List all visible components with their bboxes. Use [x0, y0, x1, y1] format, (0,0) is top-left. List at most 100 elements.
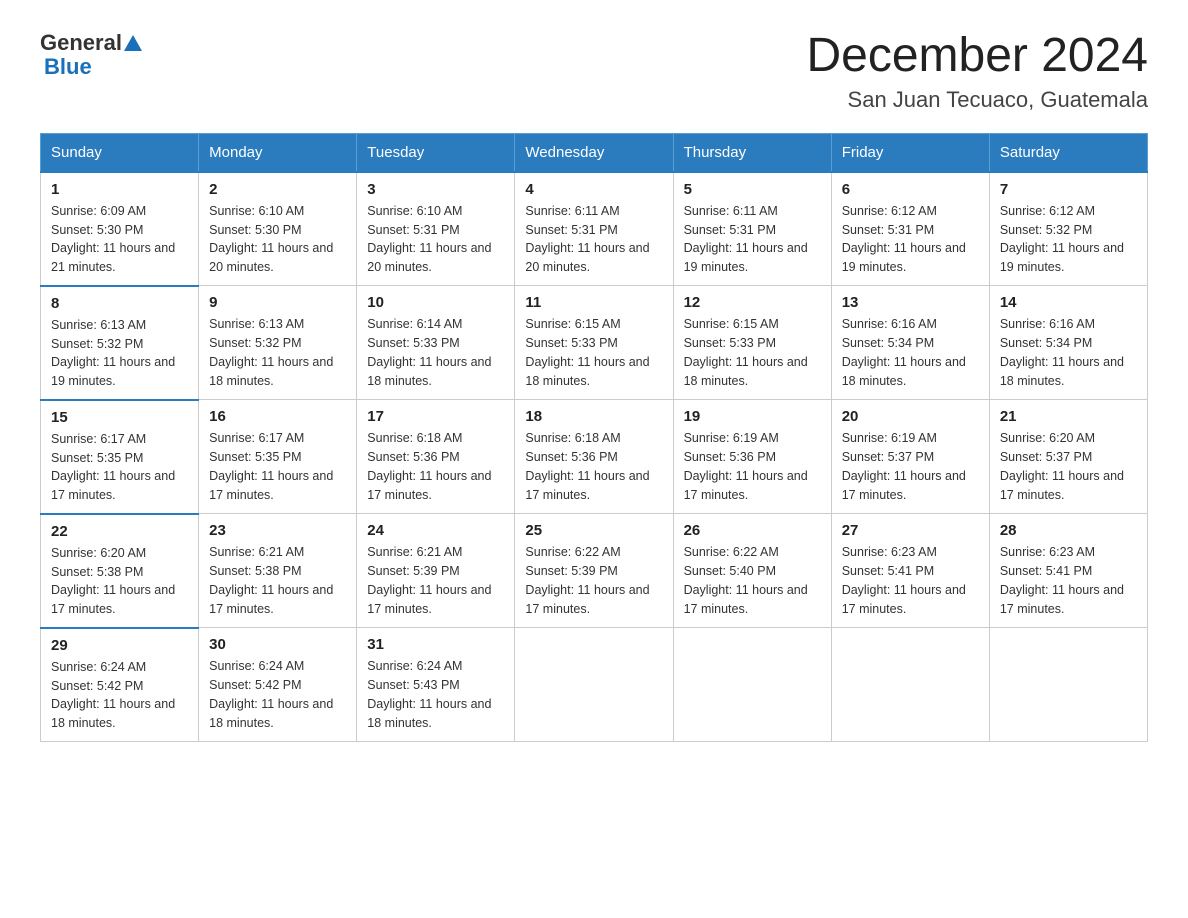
day-number: 15 [51, 409, 188, 426]
day-number: 7 [1000, 181, 1137, 198]
day-number: 26 [684, 522, 821, 539]
day-number: 16 [209, 408, 346, 425]
day-info: Sunrise: 6:17 AMSunset: 5:35 PMDaylight:… [209, 431, 333, 501]
day-number: 12 [684, 294, 821, 311]
calendar-week-row: 22 Sunrise: 6:20 AMSunset: 5:38 PMDaylig… [41, 514, 1148, 628]
calendar-day-cell: 23 Sunrise: 6:21 AMSunset: 5:38 PMDaylig… [199, 514, 357, 628]
day-info: Sunrise: 6:18 AMSunset: 5:36 PMDaylight:… [367, 431, 491, 501]
day-of-week-header-tuesday: Tuesday [357, 133, 515, 172]
day-info: Sunrise: 6:11 AMSunset: 5:31 PMDaylight:… [684, 204, 808, 274]
calendar-day-cell: 11 Sunrise: 6:15 AMSunset: 5:33 PMDaylig… [515, 286, 673, 400]
calendar-header-row: SundayMondayTuesdayWednesdayThursdayFrid… [41, 133, 1148, 172]
day-info: Sunrise: 6:12 AMSunset: 5:31 PMDaylight:… [842, 204, 966, 274]
calendar-day-cell: 17 Sunrise: 6:18 AMSunset: 5:36 PMDaylig… [357, 400, 515, 514]
calendar-week-row: 8 Sunrise: 6:13 AMSunset: 5:32 PMDayligh… [41, 286, 1148, 400]
day-info: Sunrise: 6:16 AMSunset: 5:34 PMDaylight:… [1000, 317, 1124, 387]
calendar-day-cell: 27 Sunrise: 6:23 AMSunset: 5:41 PMDaylig… [831, 514, 989, 628]
calendar-day-cell: 15 Sunrise: 6:17 AMSunset: 5:35 PMDaylig… [41, 400, 199, 514]
calendar-day-cell: 5 Sunrise: 6:11 AMSunset: 5:31 PMDayligh… [673, 172, 831, 286]
day-of-week-header-sunday: Sunday [41, 133, 199, 172]
day-info: Sunrise: 6:23 AMSunset: 5:41 PMDaylight:… [842, 545, 966, 615]
location-title: San Juan Tecuaco, Guatemala [806, 87, 1148, 113]
day-number: 30 [209, 636, 346, 653]
calendar-day-cell: 2 Sunrise: 6:10 AMSunset: 5:30 PMDayligh… [199, 172, 357, 286]
day-info: Sunrise: 6:15 AMSunset: 5:33 PMDaylight:… [525, 317, 649, 387]
calendar-day-cell: 30 Sunrise: 6:24 AMSunset: 5:42 PMDaylig… [199, 628, 357, 742]
calendar-day-cell: 9 Sunrise: 6:13 AMSunset: 5:32 PMDayligh… [199, 286, 357, 400]
day-info: Sunrise: 6:16 AMSunset: 5:34 PMDaylight:… [842, 317, 966, 387]
calendar-day-cell [989, 628, 1147, 742]
calendar-day-cell: 20 Sunrise: 6:19 AMSunset: 5:37 PMDaylig… [831, 400, 989, 514]
day-number: 21 [1000, 408, 1137, 425]
logo-blue-text: Blue [44, 56, 92, 78]
day-number: 29 [51, 637, 188, 654]
logo: General Blue [40, 30, 142, 78]
calendar-week-row: 29 Sunrise: 6:24 AMSunset: 5:42 PMDaylig… [41, 628, 1148, 742]
day-number: 1 [51, 181, 188, 198]
calendar-day-cell: 26 Sunrise: 6:22 AMSunset: 5:40 PMDaylig… [673, 514, 831, 628]
calendar-day-cell: 13 Sunrise: 6:16 AMSunset: 5:34 PMDaylig… [831, 286, 989, 400]
day-number: 11 [525, 294, 662, 311]
day-number: 18 [525, 408, 662, 425]
day-number: 22 [51, 523, 188, 540]
day-number: 31 [367, 636, 504, 653]
day-info: Sunrise: 6:24 AMSunset: 5:43 PMDaylight:… [367, 659, 491, 729]
day-info: Sunrise: 6:19 AMSunset: 5:37 PMDaylight:… [842, 431, 966, 501]
day-info: Sunrise: 6:22 AMSunset: 5:40 PMDaylight:… [684, 545, 808, 615]
day-info: Sunrise: 6:23 AMSunset: 5:41 PMDaylight:… [1000, 545, 1124, 615]
calendar-day-cell [515, 628, 673, 742]
calendar-day-cell: 1 Sunrise: 6:09 AMSunset: 5:30 PMDayligh… [41, 172, 199, 286]
day-number: 25 [525, 522, 662, 539]
calendar-day-cell: 29 Sunrise: 6:24 AMSunset: 5:42 PMDaylig… [41, 628, 199, 742]
day-number: 17 [367, 408, 504, 425]
calendar-table: SundayMondayTuesdayWednesdayThursdayFrid… [40, 133, 1148, 742]
day-of-week-header-friday: Friday [831, 133, 989, 172]
calendar-day-cell: 16 Sunrise: 6:17 AMSunset: 5:35 PMDaylig… [199, 400, 357, 514]
calendar-day-cell: 19 Sunrise: 6:19 AMSunset: 5:36 PMDaylig… [673, 400, 831, 514]
month-title: December 2024 [806, 30, 1148, 83]
day-number: 19 [684, 408, 821, 425]
calendar-day-cell [673, 628, 831, 742]
day-of-week-header-monday: Monday [199, 133, 357, 172]
day-number: 8 [51, 295, 188, 312]
calendar-day-cell: 3 Sunrise: 6:10 AMSunset: 5:31 PMDayligh… [357, 172, 515, 286]
calendar-day-cell: 7 Sunrise: 6:12 AMSunset: 5:32 PMDayligh… [989, 172, 1147, 286]
day-info: Sunrise: 6:10 AMSunset: 5:31 PMDaylight:… [367, 204, 491, 274]
calendar-day-cell: 24 Sunrise: 6:21 AMSunset: 5:39 PMDaylig… [357, 514, 515, 628]
day-info: Sunrise: 6:12 AMSunset: 5:32 PMDaylight:… [1000, 204, 1124, 274]
day-info: Sunrise: 6:11 AMSunset: 5:31 PMDaylight:… [525, 204, 649, 274]
calendar-day-cell: 22 Sunrise: 6:20 AMSunset: 5:38 PMDaylig… [41, 514, 199, 628]
day-of-week-header-thursday: Thursday [673, 133, 831, 172]
day-info: Sunrise: 6:19 AMSunset: 5:36 PMDaylight:… [684, 431, 808, 501]
day-number: 2 [209, 181, 346, 198]
day-number: 5 [684, 181, 821, 198]
day-number: 6 [842, 181, 979, 198]
day-number: 3 [367, 181, 504, 198]
day-info: Sunrise: 6:22 AMSunset: 5:39 PMDaylight:… [525, 545, 649, 615]
calendar-day-cell: 8 Sunrise: 6:13 AMSunset: 5:32 PMDayligh… [41, 286, 199, 400]
day-info: Sunrise: 6:21 AMSunset: 5:39 PMDaylight:… [367, 545, 491, 615]
day-of-week-header-wednesday: Wednesday [515, 133, 673, 172]
calendar-day-cell: 14 Sunrise: 6:16 AMSunset: 5:34 PMDaylig… [989, 286, 1147, 400]
day-number: 14 [1000, 294, 1137, 311]
day-info: Sunrise: 6:15 AMSunset: 5:33 PMDaylight:… [684, 317, 808, 387]
day-info: Sunrise: 6:10 AMSunset: 5:30 PMDaylight:… [209, 204, 333, 274]
calendar-day-cell: 6 Sunrise: 6:12 AMSunset: 5:31 PMDayligh… [831, 172, 989, 286]
day-number: 20 [842, 408, 979, 425]
calendar-day-cell: 10 Sunrise: 6:14 AMSunset: 5:33 PMDaylig… [357, 286, 515, 400]
day-number: 13 [842, 294, 979, 311]
day-info: Sunrise: 6:24 AMSunset: 5:42 PMDaylight:… [209, 659, 333, 729]
calendar-day-cell: 4 Sunrise: 6:11 AMSunset: 5:31 PMDayligh… [515, 172, 673, 286]
calendar-day-cell: 25 Sunrise: 6:22 AMSunset: 5:39 PMDaylig… [515, 514, 673, 628]
calendar-week-row: 1 Sunrise: 6:09 AMSunset: 5:30 PMDayligh… [41, 172, 1148, 286]
day-number: 9 [209, 294, 346, 311]
day-info: Sunrise: 6:20 AMSunset: 5:37 PMDaylight:… [1000, 431, 1124, 501]
day-number: 24 [367, 522, 504, 539]
day-number: 28 [1000, 522, 1137, 539]
logo-triangle-icon [124, 35, 142, 51]
logo-general-text: General [40, 30, 122, 56]
day-number: 27 [842, 522, 979, 539]
day-info: Sunrise: 6:09 AMSunset: 5:30 PMDaylight:… [51, 204, 175, 274]
day-of-week-header-saturday: Saturday [989, 133, 1147, 172]
day-number: 10 [367, 294, 504, 311]
